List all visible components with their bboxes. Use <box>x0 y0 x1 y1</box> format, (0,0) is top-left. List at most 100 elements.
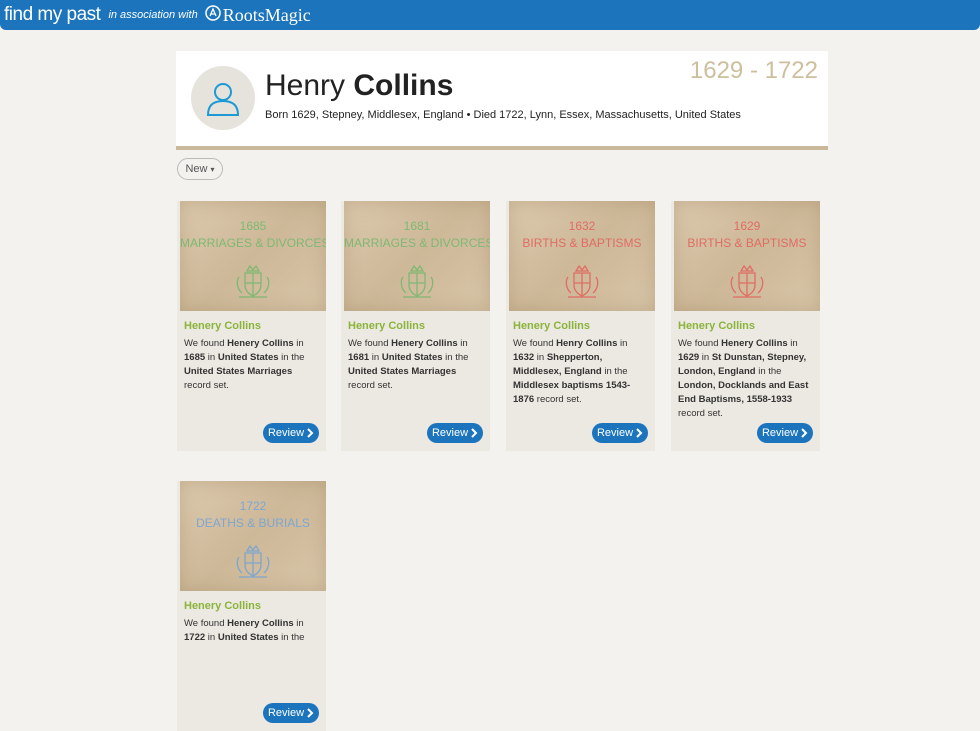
desc-highlight: United States Marriages <box>184 366 293 377</box>
desc-text: in <box>534 352 547 363</box>
desc-text: We found <box>678 338 722 349</box>
record-image[interactable]: 1681 MARRIAGES & DIVORCES <box>344 201 490 311</box>
review-button[interactable]: Review <box>263 703 319 723</box>
crest-icon <box>730 264 764 298</box>
desc-text: in <box>293 618 304 629</box>
desc-text: in the <box>601 366 628 377</box>
desc-highlight: 1722 <box>184 632 206 643</box>
crest-icon <box>565 264 599 298</box>
record-description: We found Henery Collins in 1681 in Unite… <box>348 337 484 417</box>
record-year: 1681 <box>403 219 431 233</box>
desc-highlight: United States <box>381 352 443 363</box>
desc-highlight: Henery Collins <box>227 618 294 629</box>
record-description: We found Henery Collins in 1685 in Unite… <box>184 337 320 417</box>
record-person-name[interactable]: Henery Collins <box>348 320 425 332</box>
desc-highlight: United States <box>217 352 279 363</box>
record-image[interactable]: 1629 BIRTHS & BAPTISMS <box>674 201 820 311</box>
record-person-name[interactable]: Henery Collins <box>513 320 590 332</box>
caret-down-icon: ▾ <box>210 164 215 174</box>
desc-text: record set. <box>678 408 723 417</box>
record-year: 1632 <box>568 219 596 233</box>
rootsmagic-logo: RootsMagic <box>222 4 311 25</box>
desc-text: in the <box>278 352 305 363</box>
review-button[interactable]: Review <box>427 423 483 443</box>
review-label: Review <box>431 427 469 439</box>
crest-icon <box>236 544 270 578</box>
crest-icon <box>236 264 270 298</box>
record-year: 1685 <box>239 219 267 233</box>
record-image[interactable]: 1722 DEATHS & BURIALS <box>180 481 326 591</box>
record-card: 1685 MARRIAGES & DIVORCES Henery Collins… <box>177 201 326 451</box>
rootsmagic-logo-icon <box>204 4 221 26</box>
review-button[interactable]: Review <box>757 423 813 443</box>
desc-highlight: Henry Collins <box>556 338 618 349</box>
desc-highlight: 1629 <box>678 352 700 363</box>
record-image[interactable]: 1632 BIRTHS & BAPTISMS <box>509 201 655 311</box>
desc-highlight: Henery Collins <box>391 338 458 349</box>
desc-text: We found <box>348 338 392 349</box>
desc-text: in the <box>755 366 782 377</box>
person-name: Henry Collins <box>265 69 453 103</box>
desc-text: in <box>457 338 468 349</box>
desc-highlight: 1632 <box>513 352 535 363</box>
chevron-right-icon <box>307 428 314 438</box>
record-description: We found Henry Collins in 1632 in Sheppe… <box>513 337 649 417</box>
desc-text: in <box>699 352 712 363</box>
desc-text: We found <box>184 338 228 349</box>
desc-highlight: United States <box>217 632 279 643</box>
profile-header: Henry Collins Born 1629, Stepney, Middle… <box>176 51 828 150</box>
desc-highlight: London, Docklands and East End Baptisms,… <box>678 380 809 405</box>
first-name: Henry <box>265 69 346 102</box>
record-card: 1632 BIRTHS & BAPTISMS Henery Collins We… <box>506 201 655 451</box>
desc-highlight: Henery Collins <box>721 338 788 349</box>
desc-text: in <box>787 338 798 349</box>
review-label: Review <box>761 427 799 439</box>
review-label: Review <box>267 707 305 719</box>
association-text: in association with <box>108 9 198 21</box>
chevron-right-icon <box>307 708 314 718</box>
record-image[interactable]: 1685 MARRIAGES & DIVORCES <box>180 201 326 311</box>
record-type: BIRTHS & BAPTISMS <box>522 236 642 250</box>
desc-text: We found <box>184 618 228 629</box>
chevron-right-icon <box>801 428 808 438</box>
desc-text: in the <box>442 352 469 363</box>
desc-text: record set. <box>348 380 393 391</box>
record-type: MARRIAGES & DIVORCES <box>344 236 490 250</box>
record-person-name[interactable]: Henery Collins <box>184 320 261 332</box>
review-button[interactable]: Review <box>263 423 319 443</box>
review-button[interactable]: Review <box>592 423 648 443</box>
desc-text: record set. <box>534 394 582 405</box>
record-year: 1722 <box>239 499 267 513</box>
last-name: Collins <box>353 69 454 102</box>
person-details: Born 1629, Stepney, Middlesex, England •… <box>265 109 741 121</box>
crest-icon <box>400 264 434 298</box>
desc-text: in <box>293 338 304 349</box>
record-card: 1722 DEATHS & BURIALS Henery Collins We … <box>177 481 326 731</box>
desc-text: record set. <box>184 380 229 391</box>
record-card: 1681 MARRIAGES & DIVORCES Henery Collins… <box>341 201 490 451</box>
desc-highlight: Henery Collins <box>227 338 294 349</box>
filter-new-dropdown[interactable]: New ▾ <box>177 158 223 180</box>
record-type: BIRTHS & BAPTISMS <box>687 236 807 250</box>
record-person-name[interactable]: Henery Collins <box>184 600 261 612</box>
avatar <box>191 66 255 130</box>
desc-text: in <box>205 352 218 363</box>
filter-label: New <box>185 163 208 175</box>
record-type: DEATHS & BURIALS <box>196 516 310 530</box>
desc-text: in <box>617 338 628 349</box>
desc-highlight: 1685 <box>184 352 206 363</box>
person-icon <box>206 83 240 116</box>
record-description: We found Henery Collins in 1722 in Unite… <box>184 617 320 697</box>
desc-text: We found <box>513 338 557 349</box>
record-person-name[interactable]: Henery Collins <box>678 320 755 332</box>
findmypast-logo[interactable]: find my past <box>4 4 101 26</box>
chevron-right-icon <box>636 428 643 438</box>
desc-text: in the <box>278 632 305 643</box>
record-description: We found Henery Collins in 1629 in St Du… <box>678 337 814 417</box>
desc-text: in <box>205 632 218 643</box>
record-year: 1629 <box>733 219 761 233</box>
desc-highlight: United States Marriages <box>348 366 457 377</box>
record-type: MARRIAGES & DIVORCES <box>180 236 326 250</box>
life-dates: 1629 - 1722 <box>689 57 818 84</box>
chevron-right-icon <box>471 428 478 438</box>
